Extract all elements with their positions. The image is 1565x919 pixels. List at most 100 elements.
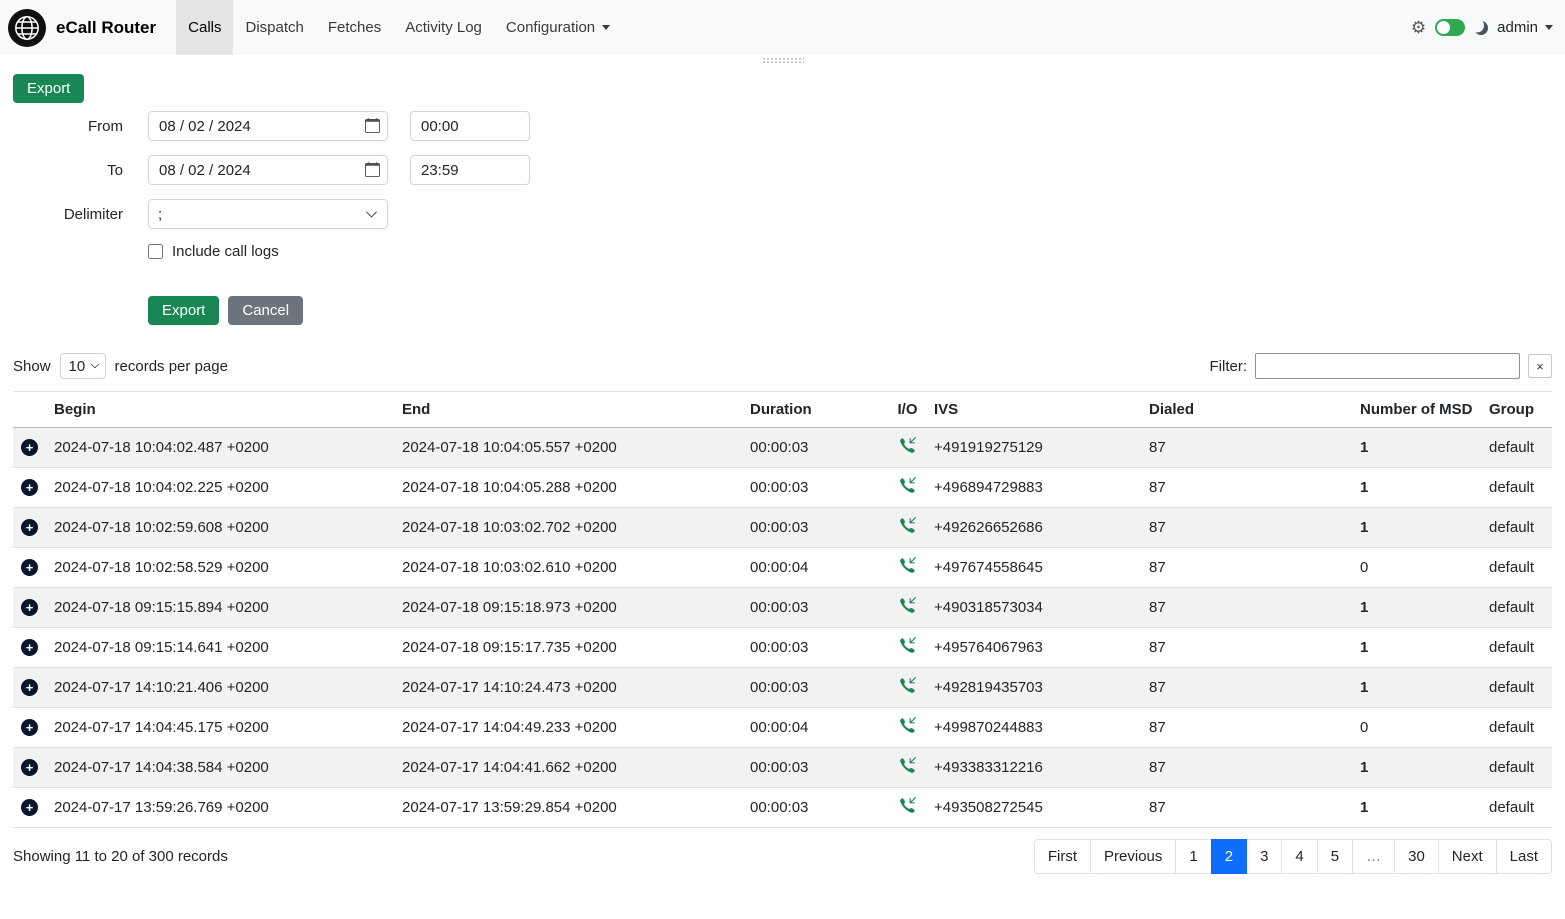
cell-end: 2024-07-18 09:15:17.735 +0200 <box>394 628 742 668</box>
expand-row-button[interactable]: + <box>21 479 38 496</box>
page-button-last[interactable]: Last <box>1496 839 1552 874</box>
cell-begin: 2024-07-18 10:04:02.487 +0200 <box>46 428 394 468</box>
cell-group: default <box>1481 668 1552 708</box>
cell-dialed: 87 <box>1141 428 1352 468</box>
cell-duration: 00:00:03 <box>742 588 889 628</box>
expand-row-button[interactable]: + <box>21 759 38 776</box>
nav-item-activity-log[interactable]: Activity Log <box>393 0 494 55</box>
include-call-logs-checkbox[interactable] <box>148 244 163 259</box>
expand-row-button[interactable]: + <box>21 559 38 576</box>
table-header-row: BeginEndDurationI/OIVSDialedNumber of MS… <box>13 392 1552 428</box>
gear-icon[interactable]: ⚙ <box>1411 19 1426 36</box>
cell-number-of-msd: 1 <box>1352 788 1481 828</box>
cell-duration: 00:00:03 <box>742 748 889 788</box>
cell-duration: 00:00:04 <box>742 708 889 748</box>
table-controls: Show 10 records per page Filter: × <box>13 353 1552 379</box>
include-call-logs-label: Include call logs <box>172 243 279 260</box>
page-button-2[interactable]: 2 <box>1211 839 1247 874</box>
expand-row-button[interactable]: + <box>21 439 38 456</box>
cell-dialed: 87 <box>1141 788 1352 828</box>
nav-item-configuration[interactable]: Configuration <box>494 0 622 55</box>
column-header-dialed[interactable]: Dialed <box>1141 392 1352 428</box>
show-label: Show <box>13 358 51 375</box>
to-date-input[interactable] <box>148 155 388 185</box>
main-content: Export From To Delimiter <box>0 74 1565 874</box>
chevron-down-icon <box>1545 25 1553 30</box>
cell-ivs: +492626652686 <box>926 508 1141 548</box>
clear-filter-button[interactable]: × <box>1528 354 1552 378</box>
table-body: +2024-07-18 10:04:02.487 +02002024-07-18… <box>13 428 1552 828</box>
page-button-1[interactable]: 1 <box>1175 839 1211 874</box>
page-button-5[interactable]: 5 <box>1317 839 1353 874</box>
export-open-button[interactable]: Export <box>13 74 84 103</box>
incoming-call-icon <box>899 757 916 774</box>
cell-duration: 00:00:03 <box>742 428 889 468</box>
cell-dialed: 87 <box>1141 748 1352 788</box>
app-logo <box>8 9 46 47</box>
incoming-call-icon <box>899 517 916 534</box>
cancel-button[interactable]: Cancel <box>228 296 303 325</box>
close-icon: × <box>1536 360 1544 373</box>
incoming-call-icon <box>899 797 916 814</box>
filter-input[interactable] <box>1255 353 1520 379</box>
from-date-input[interactable] <box>148 111 388 141</box>
cell-end: 2024-07-18 10:03:02.702 +0200 <box>394 508 742 548</box>
nav-items: CallsDispatchFetchesActivity LogConfigur… <box>176 0 622 55</box>
column-header-i-o[interactable]: I/O <box>889 392 926 428</box>
cell-ivs: +493508272545 <box>926 788 1141 828</box>
cell-group: default <box>1481 628 1552 668</box>
incoming-call-icon <box>899 677 916 694</box>
expand-row-button[interactable]: + <box>21 799 38 816</box>
expand-row-button[interactable]: + <box>21 719 38 736</box>
page-button-4[interactable]: 4 <box>1281 839 1317 874</box>
nav-item-fetches[interactable]: Fetches <box>316 0 393 55</box>
cell-number-of-msd: 1 <box>1352 508 1481 548</box>
expand-row-button[interactable]: + <box>21 599 38 616</box>
page-button-ellipsis: … <box>1352 839 1395 874</box>
toggle-knob <box>1437 21 1450 34</box>
incoming-call-icon <box>899 557 916 574</box>
cell-group: default <box>1481 588 1552 628</box>
column-header-end[interactable]: End <box>394 392 742 428</box>
cell-ivs: +490318573034 <box>926 588 1141 628</box>
delimiter-select[interactable]: ; <box>148 199 388 229</box>
table-row: +2024-07-17 14:04:45.175 +02002024-07-17… <box>13 708 1552 748</box>
to-time-input[interactable] <box>410 155 530 185</box>
expand-row-button[interactable]: + <box>21 679 38 696</box>
column-header-number-of-msd[interactable]: Number of MSD <box>1352 392 1481 428</box>
user-name: admin <box>1497 19 1538 36</box>
user-menu[interactable]: admin <box>1497 19 1553 36</box>
column-header-ivs[interactable]: IVS <box>926 392 1141 428</box>
table-row: +2024-07-18 10:04:02.225 +02002024-07-18… <box>13 468 1552 508</box>
nav-item-dispatch[interactable]: Dispatch <box>233 0 315 55</box>
cell-end: 2024-07-17 13:59:29.854 +0200 <box>394 788 742 828</box>
brand-wrap: eCall Router <box>8 0 156 55</box>
page-button-30[interactable]: 30 <box>1394 839 1439 874</box>
resize-handle[interactable] <box>762 57 804 64</box>
cell-end: 2024-07-17 14:04:41.662 +0200 <box>394 748 742 788</box>
export-submit-button[interactable]: Export <box>148 296 219 325</box>
from-time-input[interactable] <box>410 111 530 141</box>
expand-row-button[interactable]: + <box>21 519 38 536</box>
theme-toggle[interactable] <box>1435 19 1465 36</box>
page-button-3[interactable]: 3 <box>1246 839 1282 874</box>
cell-begin: 2024-07-18 09:15:14.641 +0200 <box>46 628 394 668</box>
page-button-next[interactable]: Next <box>1438 839 1497 874</box>
page-button-first[interactable]: First <box>1034 839 1091 874</box>
column-header-duration[interactable]: Duration <box>742 392 889 428</box>
cell-end: 2024-07-18 10:04:05.288 +0200 <box>394 468 742 508</box>
cell-dialed: 87 <box>1141 468 1352 508</box>
cell-end: 2024-07-18 10:04:05.557 +0200 <box>394 428 742 468</box>
column-header-begin[interactable]: Begin <box>46 392 394 428</box>
delimiter-label: Delimiter <box>13 206 123 223</box>
to-label: To <box>13 162 123 179</box>
table-row: +2024-07-17 14:10:21.406 +02002024-07-17… <box>13 668 1552 708</box>
page-button-previous[interactable]: Previous <box>1090 839 1176 874</box>
expand-row-button[interactable]: + <box>21 639 38 656</box>
column-header-group[interactable]: Group <box>1481 392 1552 428</box>
nav-item-calls[interactable]: Calls <box>176 0 233 55</box>
chevron-down-icon <box>365 208 378 221</box>
cell-ivs: +491919275129 <box>926 428 1141 468</box>
chevron-down-icon <box>90 361 100 371</box>
page-size-select[interactable]: 10 <box>60 353 106 379</box>
